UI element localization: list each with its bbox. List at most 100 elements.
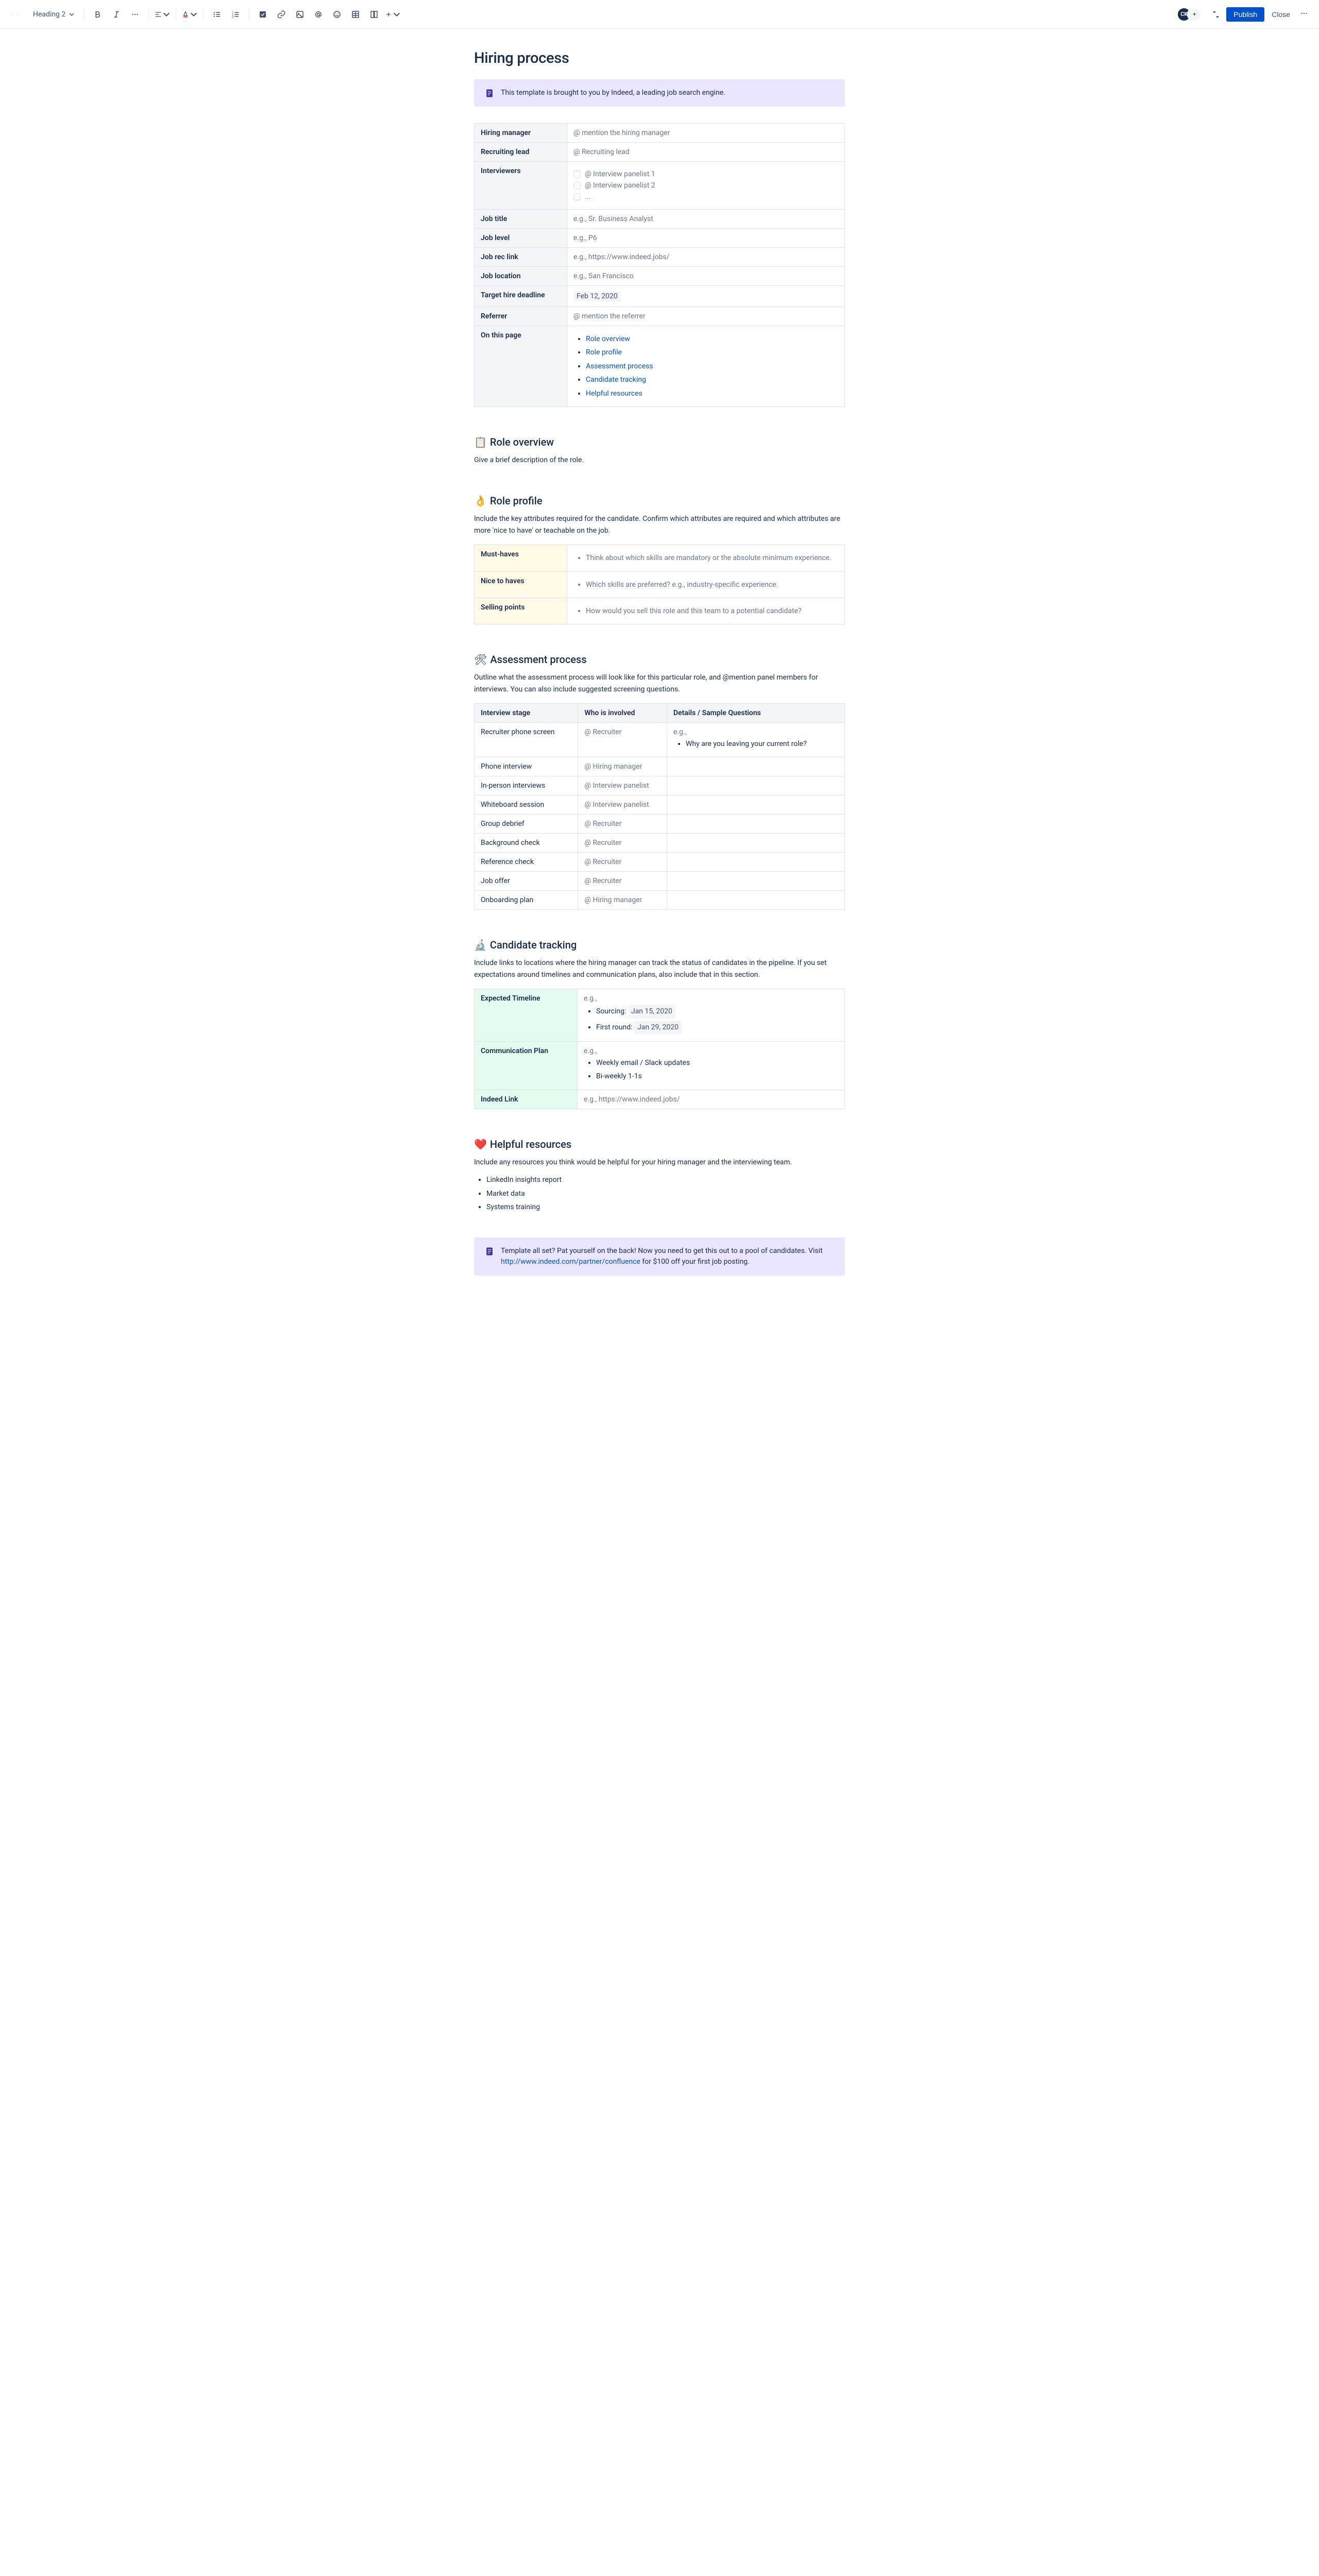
resources-list[interactable]: LinkedIn insights report Market data Syste… xyxy=(474,1174,845,1213)
table-cell[interactable]: In-person interviews xyxy=(475,776,578,795)
section-heading[interactable]: 🔬Candidate tracking xyxy=(474,939,845,951)
page-title[interactable]: Hiring process xyxy=(474,49,845,67)
table-cell[interactable] xyxy=(667,757,844,776)
image-button[interactable] xyxy=(292,6,308,23)
toc-link[interactable]: Assessment process xyxy=(586,362,653,370)
meta-value[interactable]: Role overview Role profile Assessment proc… xyxy=(567,326,845,407)
table-cell[interactable]: @ Recruiter xyxy=(578,723,667,757)
table-cell[interactable] xyxy=(667,853,844,872)
italic-button[interactable] xyxy=(108,6,125,23)
track-value[interactable]: e.g., https://www.indeed.jobs/ xyxy=(578,1090,845,1109)
more-formatting-button[interactable] xyxy=(127,6,143,23)
close-button[interactable]: Close xyxy=(1266,7,1295,22)
list-item[interactable]: Market data xyxy=(486,1188,845,1199)
body-text[interactable]: Include the key attributes required for … xyxy=(474,513,845,536)
meta-value[interactable]: @ mention the referrer xyxy=(567,307,845,326)
profile-value[interactable]: How would you sell this role and this te… xyxy=(567,598,845,624)
table-cell[interactable]: Whiteboard session xyxy=(475,795,578,815)
table-cell[interactable]: @ Recruiter xyxy=(578,834,667,853)
checkbox[interactable] xyxy=(573,182,581,189)
document-content[interactable]: Hiring process This template is brought … xyxy=(464,29,855,1333)
table-cell[interactable]: @ Recruiter xyxy=(578,872,667,891)
body-text[interactable]: Outline what the assessment process will… xyxy=(474,672,845,695)
table-cell[interactable]: @ Hiring manager xyxy=(578,757,667,776)
table-cell[interactable]: @ Interview panelist xyxy=(578,795,667,815)
table-cell[interactable] xyxy=(667,795,844,815)
indeed-partner-link[interactable]: http://www.indeed.com/partner/confluence xyxy=(501,1258,640,1266)
track-value[interactable]: e.g., Weekly email / Slack updatesBi-wee… xyxy=(578,1042,845,1090)
body-text[interactable]: Include any resources you think would be… xyxy=(474,1157,845,1168)
section-heading[interactable]: 📋Role overview xyxy=(474,436,845,448)
table-row: In-person interviews@ Interview panelist xyxy=(475,776,845,795)
table-cell[interactable] xyxy=(667,891,844,910)
layouts-button[interactable] xyxy=(366,6,382,23)
toc-link[interactable]: Candidate tracking xyxy=(586,376,646,384)
meta-value[interactable]: e.g., P6 xyxy=(567,229,845,248)
table-cell[interactable] xyxy=(667,815,844,834)
link-button[interactable] xyxy=(273,6,290,23)
meta-value[interactable]: e.g., Sr. Business Analyst xyxy=(567,210,845,229)
meta-value[interactable]: e.g., https://www.indeed.jobs/ xyxy=(567,248,845,267)
section-heading[interactable]: ❤️Helpful resources xyxy=(474,1138,845,1150)
alignment-button[interactable] xyxy=(154,6,171,23)
info-panel: Template all set? Pat yourself on the ba… xyxy=(474,1238,845,1276)
insert-button[interactable] xyxy=(384,6,401,23)
table-cell[interactable]: Onboarding plan xyxy=(475,891,578,910)
table-cell[interactable] xyxy=(667,872,844,891)
date-lozenge[interactable]: Jan 15, 2020 xyxy=(628,1005,675,1018)
table-cell[interactable]: @ Recruiter xyxy=(578,815,667,834)
checkbox[interactable] xyxy=(573,171,581,178)
table-cell[interactable]: Job offer xyxy=(475,872,578,891)
table-button[interactable] xyxy=(347,6,364,23)
find-replace-button[interactable] xyxy=(1208,6,1224,23)
date-lozenge[interactable]: Jan 29, 2020 xyxy=(634,1021,682,1034)
invite-button[interactable]: + xyxy=(1187,7,1202,22)
more-actions-button[interactable] xyxy=(1297,7,1311,22)
list-item[interactable]: LinkedIn insights report xyxy=(486,1174,845,1185)
meta-value[interactable]: @ Interview panelist 1@ Interview paneli… xyxy=(567,162,845,210)
table-cell[interactable]: Background check xyxy=(475,834,578,853)
table-cell[interactable] xyxy=(667,776,844,795)
table-cell[interactable]: @ Hiring manager xyxy=(578,891,667,910)
bullet-list-button[interactable] xyxy=(209,6,225,23)
tools-emoji: 🛠 xyxy=(474,653,487,666)
body-text[interactable]: Give a brief description of the role. xyxy=(474,454,845,466)
table-cell[interactable]: @ Interview panelist xyxy=(578,776,667,795)
profile-value[interactable]: Which skills are preferred? e.g., indust… xyxy=(567,571,845,598)
emoji-button[interactable] xyxy=(329,6,345,23)
mention-button[interactable] xyxy=(310,6,327,23)
table-cell[interactable]: Group debrief xyxy=(475,815,578,834)
toc-link[interactable]: Helpful resources xyxy=(586,389,642,398)
date-lozenge[interactable]: Feb 12, 2020 xyxy=(573,291,621,301)
list-item[interactable]: Systems training xyxy=(486,1201,845,1213)
meta-label: Job level xyxy=(475,229,567,248)
checkbox[interactable] xyxy=(573,193,581,200)
microscope-emoji: 🔬 xyxy=(474,939,487,951)
table-header: Details / Sample Questions xyxy=(667,704,844,723)
profile-value[interactable]: Think about which skills are mandatory o… xyxy=(567,545,845,571)
table-cell[interactable]: Phone interview xyxy=(475,757,578,776)
meta-value[interactable]: e.g., San Francisco xyxy=(567,267,845,286)
table-cell[interactable]: Recruiter phone screen xyxy=(475,723,578,757)
text-color-button[interactable] xyxy=(181,6,198,23)
meta-value[interactable]: @ Recruiting lead xyxy=(567,143,845,162)
table-cell[interactable]: @ Recruiter xyxy=(578,853,667,872)
numbered-list-button[interactable]: 123 xyxy=(227,6,244,23)
meta-value[interactable]: Feb 12, 2020 xyxy=(567,286,845,307)
action-item-button[interactable] xyxy=(255,6,271,23)
profile-label: Selling points xyxy=(475,598,567,624)
meta-table: Hiring manager@ mention the hiring manag… xyxy=(474,123,845,407)
bold-button[interactable] xyxy=(90,6,106,23)
section-heading[interactable]: 👌Role profile xyxy=(474,495,845,507)
table-cell[interactable] xyxy=(667,834,844,853)
meta-value[interactable]: @ mention the hiring manager xyxy=(567,124,845,143)
toc-link[interactable]: Role profile xyxy=(586,348,622,357)
track-value[interactable]: e.g., Sourcing: Jan 15, 2020 First round… xyxy=(578,989,845,1042)
text-style-dropdown[interactable]: Heading 2 xyxy=(29,8,79,21)
table-cell[interactable]: e.g., Why are you leaving your current r… xyxy=(667,723,844,757)
table-cell[interactable]: Reference check xyxy=(475,853,578,872)
toc-link[interactable]: Role overview xyxy=(586,335,630,343)
body-text[interactable]: Include links to locations where the hir… xyxy=(474,957,845,980)
publish-button[interactable]: Publish xyxy=(1226,7,1264,22)
section-heading[interactable]: 🛠Assessment process xyxy=(474,653,845,666)
